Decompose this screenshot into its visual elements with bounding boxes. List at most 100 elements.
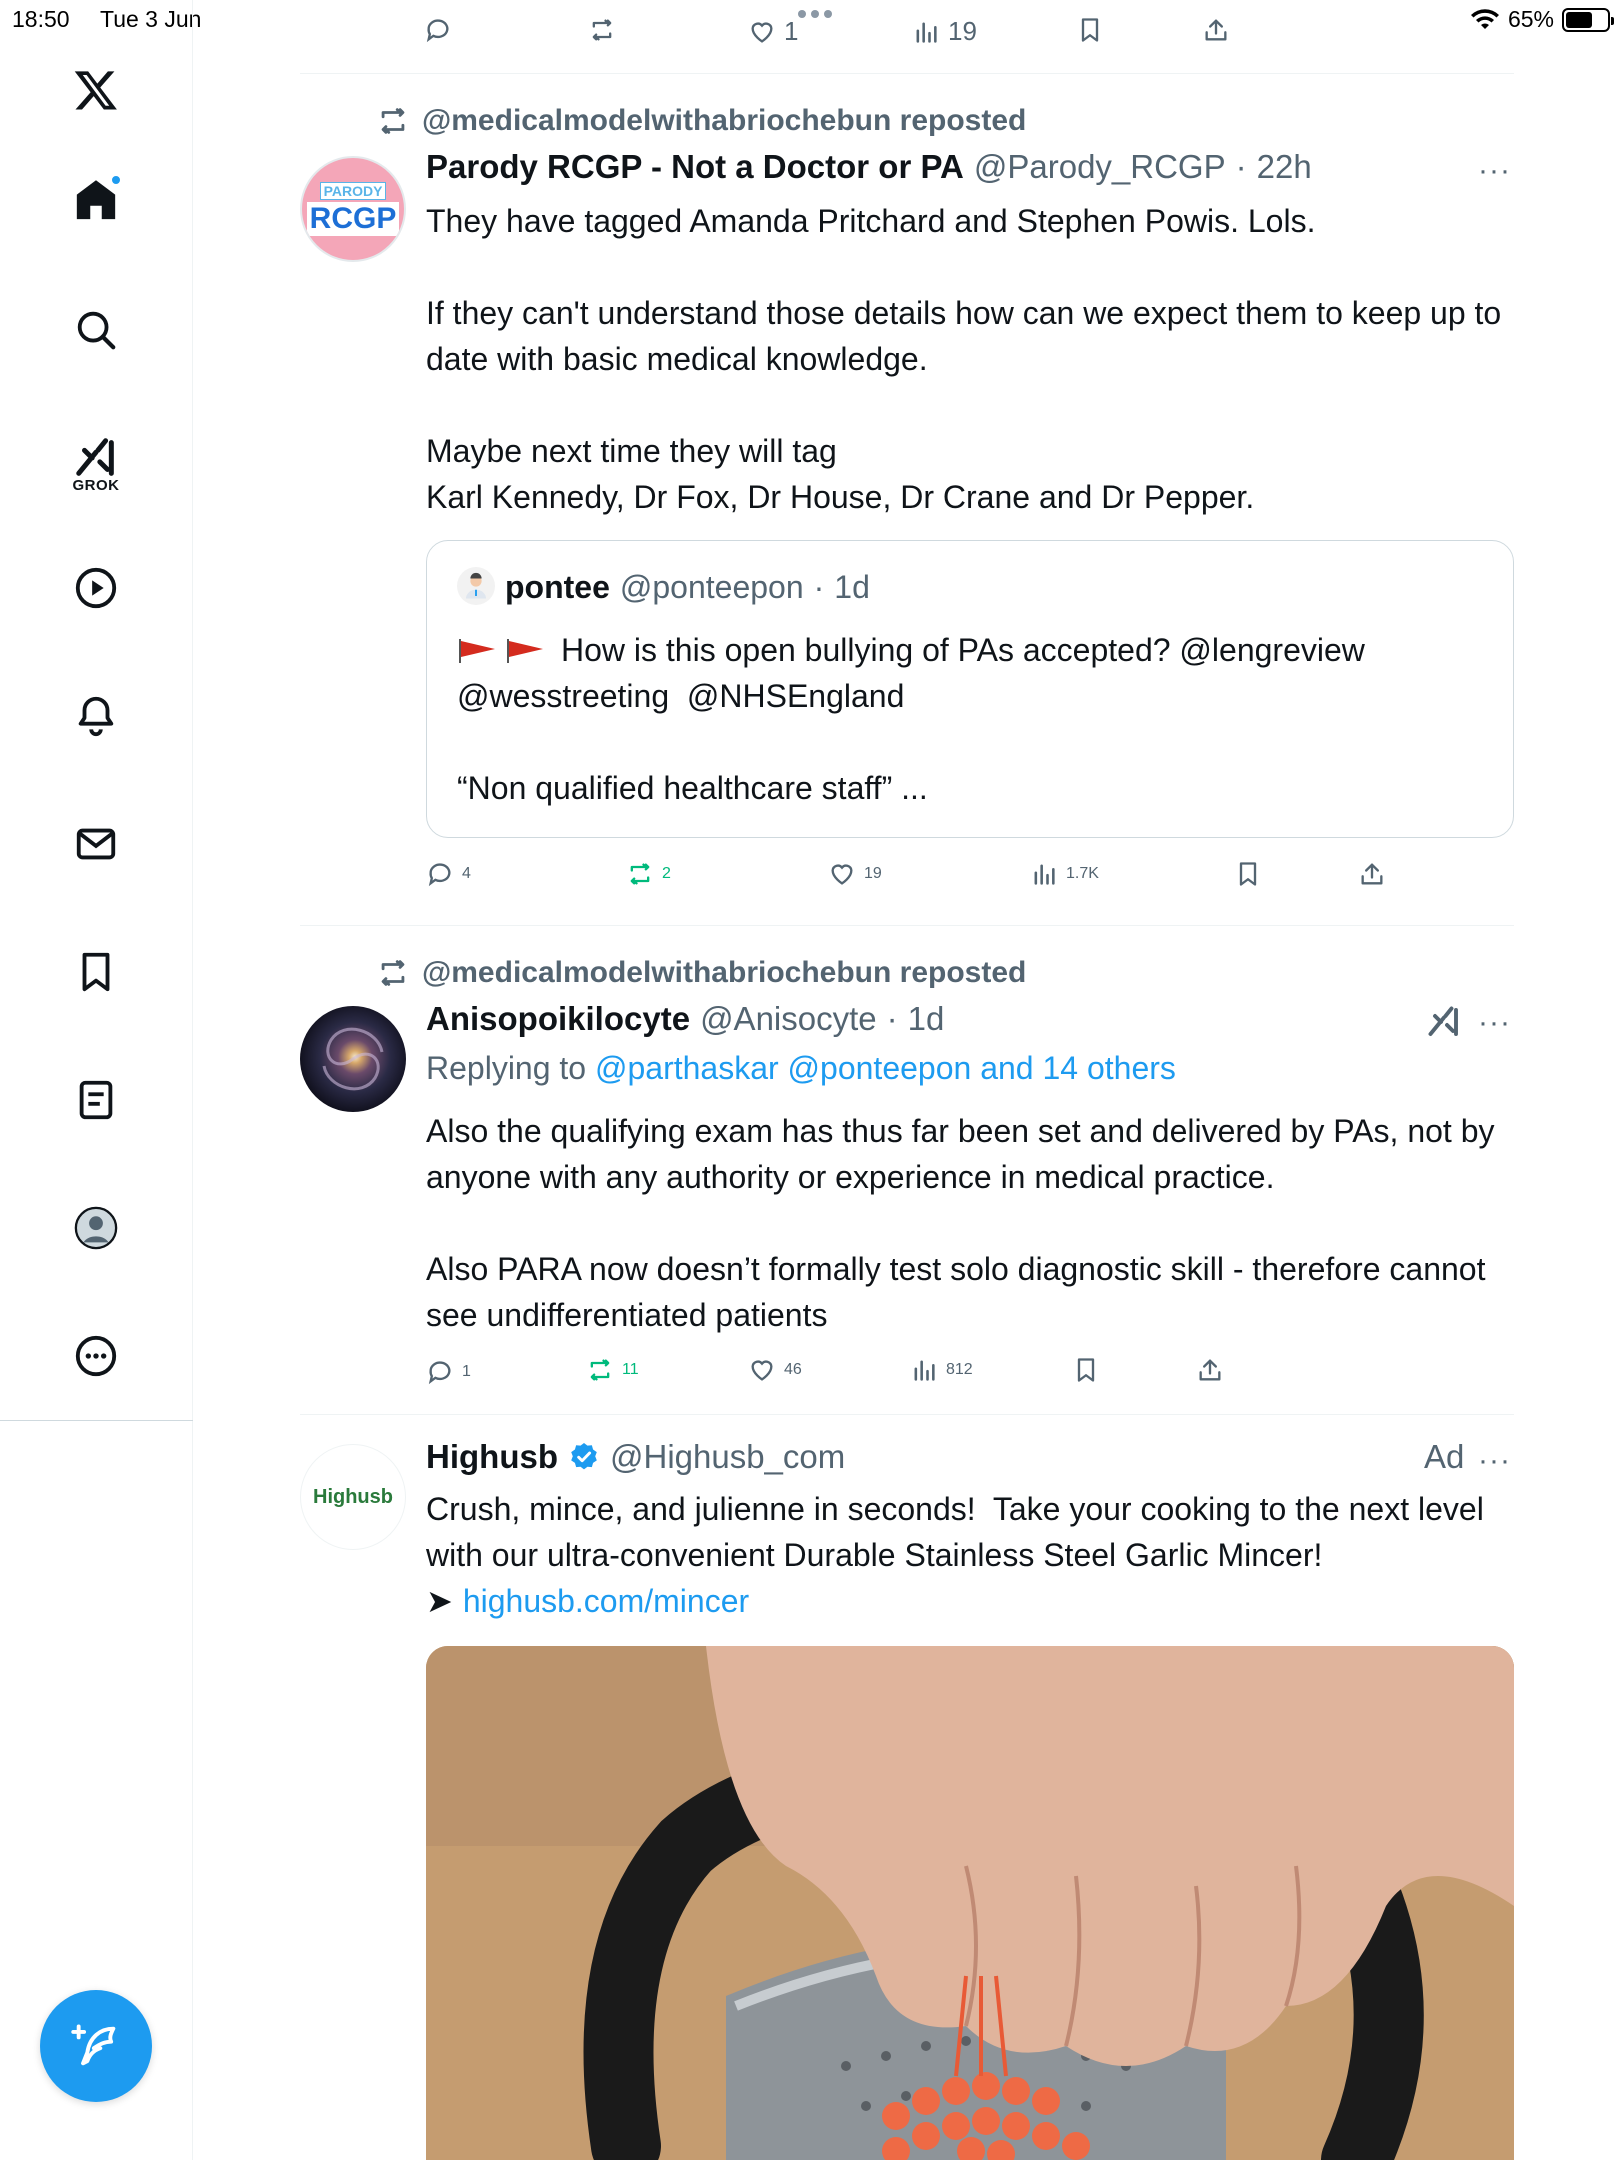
tweet1-repost-text: @medicalmodelwithabriochebun reposted [422,104,1027,137]
heart-icon [751,1360,773,1381]
tweet1-share-button[interactable] [1358,860,1386,888]
grok-nav[interactable]: GROK [68,428,124,500]
top-reply-button[interactable] [424,16,452,44]
red-flag-icon [459,639,495,663]
tweet1-repost-button[interactable]: 2 [626,860,671,888]
tweet2-repost-text: @medicalmodelwithabriochebun reposted [422,956,1027,989]
bookmarks-icon[interactable] [68,944,124,1000]
tweet2-bookmark-button[interactable] [1072,1356,1100,1384]
ad-avatar-logo: Highusb [313,1485,393,1508]
loading-dots [798,10,832,18]
repost-icon [381,960,405,986]
grok-label: GROK [72,476,120,494]
share-icon [1361,863,1383,885]
lists-icon[interactable] [68,1072,124,1128]
tweet2-views-button[interactable]: 812 [910,1356,973,1384]
tweet1-repost-count: 2 [662,865,671,882]
heart-icon [751,21,773,43]
tweet-divider [300,73,1514,74]
tweet1-avatar[interactable]: PARODY RCGP [300,156,406,262]
tweet1-views-button[interactable]: 1.7K [1030,860,1099,888]
more-options-icon[interactable] [68,1328,124,1384]
ad-media-image[interactable] [426,1646,1514,2160]
grok-icon [1428,1006,1458,1036]
notifications-icon[interactable] [68,688,124,744]
quote-text-line3: “Non qualified healthcare staff” ... [457,770,928,806]
top-like-count: 1 [784,16,799,46]
ad-avatar[interactable]: Highusb [300,1444,406,1550]
tweet1-time[interactable]: 22h [1257,148,1312,186]
ad-link-line: ➤ highusb.com/mincer [426,1578,749,1624]
ad-label: Ad [1424,1438,1465,1475]
tweet2-repost-header[interactable]: @medicalmodelwithabriochebun reposted [376,956,1026,990]
compose-post-button[interactable] [40,1990,152,2102]
top-like-button[interactable]: 1 [748,16,798,47]
tweet2-grok-button[interactable] [1426,1004,1462,1045]
tweet2-share-button[interactable] [1196,1356,1224,1384]
tweet2-like-count: 46 [784,1361,802,1378]
tweet2-time[interactable]: 1d [908,1000,945,1038]
top-share-button[interactable] [1202,16,1230,44]
arrow-icon: ➤ [426,1583,453,1619]
profile-avatar-icon[interactable] [68,1200,124,1256]
quote-text-line1: How is this open bullying of PAs accepte… [561,632,1365,668]
reply-icon [426,19,449,43]
tweet1-repost-header[interactable]: @medicalmodelwithabriochebun reposted [376,104,1026,138]
separator-dot: · [1235,148,1247,185]
messages-icon[interactable] [68,816,124,872]
tweet2-header: Anisopoikilocyte @Anisocyte · 1d [426,1000,944,1038]
tweet1-views-count: 1.7K [1066,865,1099,882]
top-bookmark-button[interactable] [1076,16,1104,44]
quote-text-line2: @wesstreeting @NHSEngland [457,678,905,714]
verified-badge-icon [571,1443,597,1470]
top-repost-button[interactable] [588,16,616,44]
share-icon [1199,1359,1221,1381]
search-icon[interactable] [68,302,124,358]
tweet1-reply-count: 4 [462,865,471,882]
red-flag-icon [507,639,543,663]
tweet1-reply-button[interactable]: 4 [426,860,471,888]
tweet1-quoted-post[interactable]: pontee @ponteepon · 1d How is this open … [426,540,1514,838]
tweet1-author-handle[interactable]: @Parody_RCGP [974,148,1226,186]
ad-more-button[interactable]: ··· [1478,1444,1511,1478]
tweet1-bookmark-button[interactable] [1234,860,1262,888]
quote-time: 1d [834,569,870,605]
bookmark-icon [1081,18,1099,42]
tweet2-like-button[interactable]: 46 [748,1356,802,1384]
quote-line1: How is this open bullying of PAs accepte… [457,627,1365,673]
tweet1-body: They have tagged Amanda Pritchard and St… [426,203,1502,515]
x-logo-icon[interactable] [68,62,124,118]
tweet2-reply-button[interactable]: 1 [426,1358,471,1386]
top-views-button[interactable]: 19 [912,16,977,47]
tweet1-author-name[interactable]: Parody RCGP - Not a Doctor or PA [426,148,964,186]
tweet1-more-button[interactable]: ··· [1478,154,1511,188]
ad-header: Highusb @Highusb_com [426,1438,845,1476]
compose-feather-icon [71,2024,116,2066]
grok-icon [76,437,114,476]
battery-fill [1566,11,1592,28]
notification-dot [110,174,122,186]
quote-author-handle: @ponteepon [619,569,804,605]
tweet2-reply-count: 1 [462,1363,471,1380]
tweet2-author-name[interactable]: Anisopoikilocyte [426,1000,690,1038]
video-icon[interactable] [68,560,124,616]
tweet2-views-count: 812 [946,1361,973,1378]
repost-icon [381,108,405,134]
home-icon[interactable] [68,172,124,228]
tweet1-like-button[interactable]: 19 [828,860,882,888]
status-indicators: 65% [1470,6,1614,33]
tweet2-author-handle[interactable]: @Anisocyte [700,1000,877,1038]
tweet2-avatar[interactable] [300,1006,406,1112]
repost-icon [590,1359,610,1381]
ad-link[interactable]: highusb.com/mincer [463,1578,749,1624]
doctor-avatar-icon [466,572,486,599]
tweet2-repost-button[interactable]: 11 [586,1356,639,1384]
ad-author-handle[interactable]: @Highusb_com [610,1438,845,1476]
replying-to-link[interactable]: @parthaskar @ponteepon and 14 others [595,1050,1176,1086]
tweet2-repost-count: 11 [622,1361,639,1378]
views-icon [916,22,937,43]
tweet2-more-button[interactable]: ··· [1478,1006,1511,1040]
quote-avatar[interactable] [457,567,495,605]
ad-author-name[interactable]: Highusb [426,1438,558,1476]
wifi-icon [1470,8,1499,29]
